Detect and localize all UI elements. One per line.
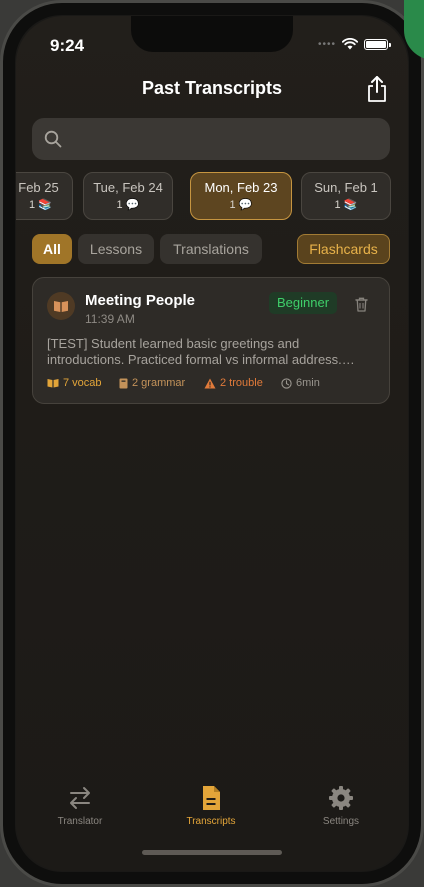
duration-stat: 6min — [281, 377, 320, 389]
chat-bubble-icon: 💬 — [125, 199, 140, 211]
books-icon: 📚 — [38, 199, 52, 211]
transcript-summary: [TEST] Student learned basic greetings a… — [47, 336, 342, 367]
tab-label: Transcripts — [186, 816, 236, 827]
tab-settings[interactable]: Settings — [296, 780, 386, 840]
date-count: 1 📚 — [29, 199, 52, 211]
date-strip[interactable]: Feb 25 1 📚 Tue, Feb 24 1 💬 Mon, Feb 23 1… — [16, 172, 408, 220]
vocab-stat: 7 vocab — [47, 377, 102, 389]
wifi-icon — [342, 38, 358, 50]
app-screen: 9:24 •••• Past Transcripts Feb 25 1 📚 Tu — [16, 16, 408, 871]
status-time: 9:24 — [50, 36, 85, 55]
filter-chips: All Lessons Translations Flashcards — [32, 234, 390, 264]
search-input[interactable] — [74, 118, 374, 160]
tab-translator[interactable]: Translator — [35, 780, 125, 840]
gear-icon — [329, 786, 353, 810]
open-book-icon — [54, 301, 68, 312]
search-bar[interactable] — [32, 118, 390, 160]
page-title: Past Transcripts — [141, 78, 283, 98]
grammar-stat: 2 grammar — [119, 377, 185, 389]
share-icon — [368, 76, 386, 102]
tab-transcripts[interactable]: Transcripts — [166, 780, 256, 840]
lesson-avatar — [47, 292, 75, 320]
signal-icon: •••• — [317, 38, 336, 50]
filter-all[interactable]: All — [32, 234, 72, 264]
trouble-stat: 2 trouble — [204, 377, 263, 389]
date-label: Tue, Feb 24 — [93, 180, 163, 195]
delete-button[interactable] — [355, 297, 368, 317]
trash-icon — [355, 297, 368, 312]
date-card-feb-25[interactable]: Feb 25 1 📚 — [16, 172, 73, 220]
date-label: Feb 25 — [18, 180, 59, 195]
tab-label: Settings — [322, 816, 360, 827]
chat-bubble-icon: 💬 — [238, 199, 253, 211]
transcript-time: 11:39 AM — [85, 312, 135, 326]
search-icon — [44, 130, 62, 148]
date-count: 1 💬 — [116, 199, 140, 211]
date-label: Sun, Feb 1 — [314, 180, 378, 195]
book-icon — [119, 378, 128, 388]
status-icons: •••• — [317, 38, 391, 50]
transcript-card[interactable]: Meeting People 11:39 AM Beginner [TEST] … — [32, 277, 390, 404]
filter-lessons[interactable]: Lessons — [78, 234, 154, 264]
transcript-stats: 7 vocab 2 grammar 2 trouble 6min — [47, 377, 377, 391]
open-book-icon — [47, 379, 59, 388]
warning-icon — [204, 378, 216, 388]
date-card-feb-24[interactable]: Tue, Feb 24 1 💬 — [83, 172, 173, 220]
flashcards-button[interactable]: Flashcards — [297, 234, 390, 264]
transcript-title: Meeting People — [85, 292, 196, 309]
notch — [131, 16, 293, 52]
clock-icon — [281, 377, 292, 389]
battery-icon — [364, 38, 391, 50]
level-badge: Beginner — [269, 292, 338, 314]
books-icon: 📚 — [343, 199, 358, 211]
document-icon — [203, 786, 220, 810]
filter-translations[interactable]: Translations — [160, 234, 262, 264]
translate-arrows-icon — [70, 787, 90, 809]
date-card-feb-1[interactable]: Sun, Feb 1 1 📚 — [301, 172, 391, 220]
date-label: Mon, Feb 23 — [204, 180, 278, 195]
date-card-feb-23[interactable]: Mon, Feb 23 1 💬 — [190, 172, 292, 220]
home-indicator — [142, 850, 282, 855]
tab-bar: Translator Transcripts Settings — [16, 780, 408, 840]
tab-label: Translator — [57, 816, 103, 827]
date-count: 1 📚 — [334, 199, 358, 211]
share-button[interactable] — [364, 74, 390, 104]
date-count: 1 💬 — [229, 199, 253, 211]
